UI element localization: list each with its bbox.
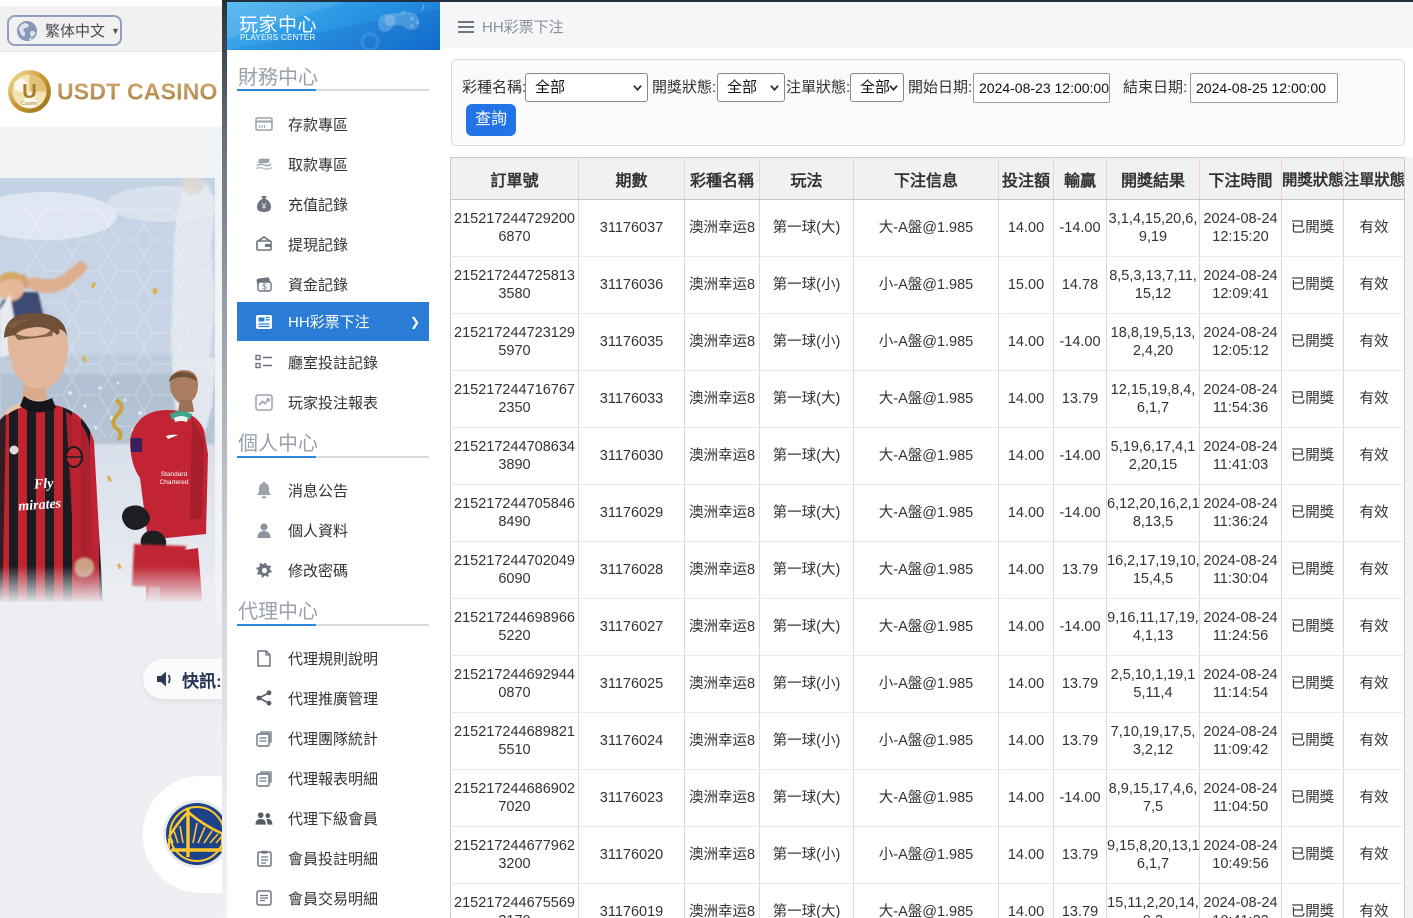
- svg-text:Casino: Casino: [21, 101, 38, 107]
- svg-text:Fly: Fly: [33, 476, 55, 492]
- svg-text:mirates: mirates: [18, 496, 62, 514]
- svg-text:U: U: [22, 81, 36, 103]
- svg-text:Standard: Standard: [161, 471, 188, 478]
- svg-text:Chartered: Chartered: [160, 479, 189, 486]
- svg-text:$: $: [262, 282, 267, 291]
- svg-text:¥: ¥: [261, 202, 267, 211]
- svg-text:USDT CASINO: USDT CASINO: [57, 79, 218, 105]
